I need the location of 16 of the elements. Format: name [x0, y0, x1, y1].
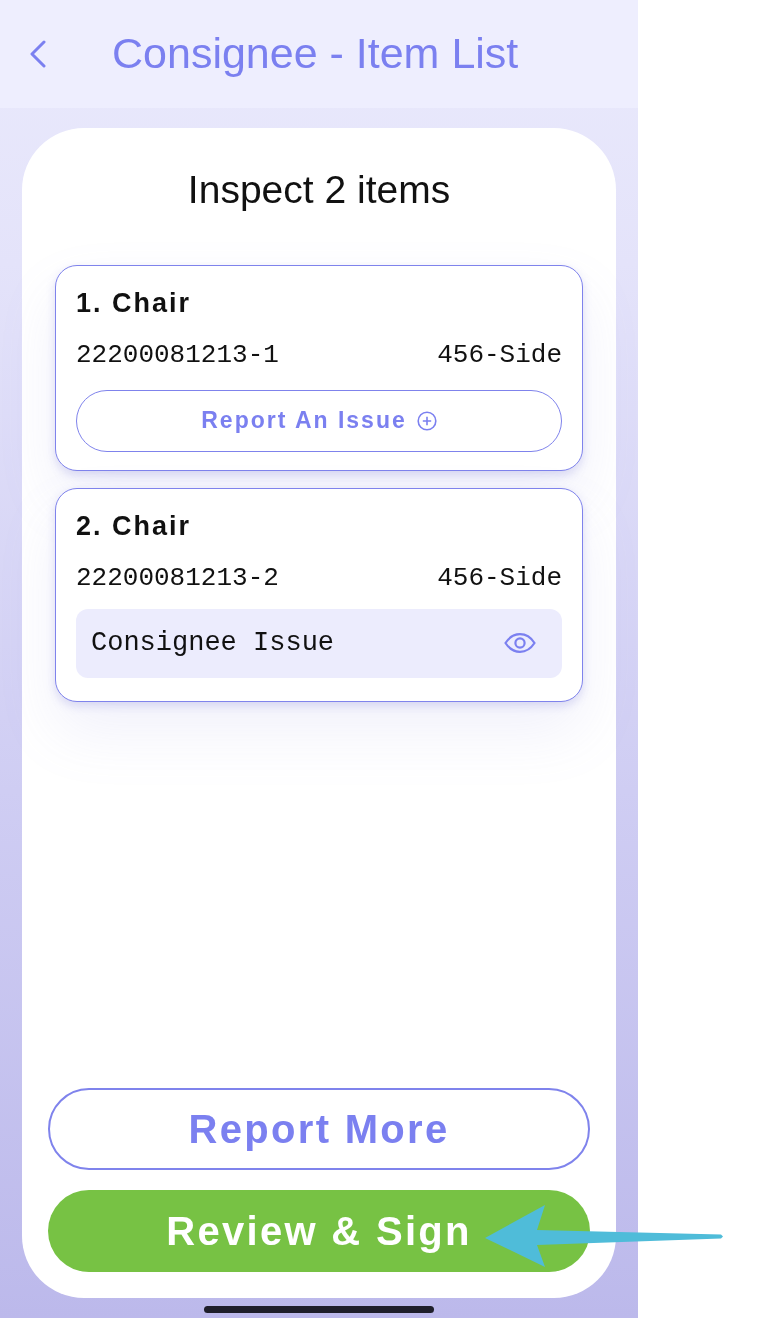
issue-item[interactable]: Consignee Issue [76, 608, 562, 678]
list-heading: Inspect 2 items [186, 167, 452, 213]
item-code: 22200081213-2 [76, 561, 279, 594]
item-title: 1. Chair [76, 286, 192, 319]
item-location: 456-Side [437, 338, 562, 371]
back-icon[interactable] [30, 40, 46, 68]
page-title: Consignee - Item List [112, 28, 519, 79]
report-issue-button[interactable]: Report An Issue [76, 389, 562, 452]
plus-circle-icon [416, 410, 437, 431]
eye-icon[interactable] [504, 633, 536, 653]
item-title: 2. Chair [76, 509, 192, 542]
item-location: 456-Side [437, 561, 562, 594]
issue-label: Consignee Issue [91, 628, 335, 658]
review-sign-button[interactable]: Review & Sign [48, 1190, 590, 1272]
report-more-button[interactable]: Report More [48, 1088, 590, 1170]
item-code: 22200081213-1 [76, 338, 279, 371]
